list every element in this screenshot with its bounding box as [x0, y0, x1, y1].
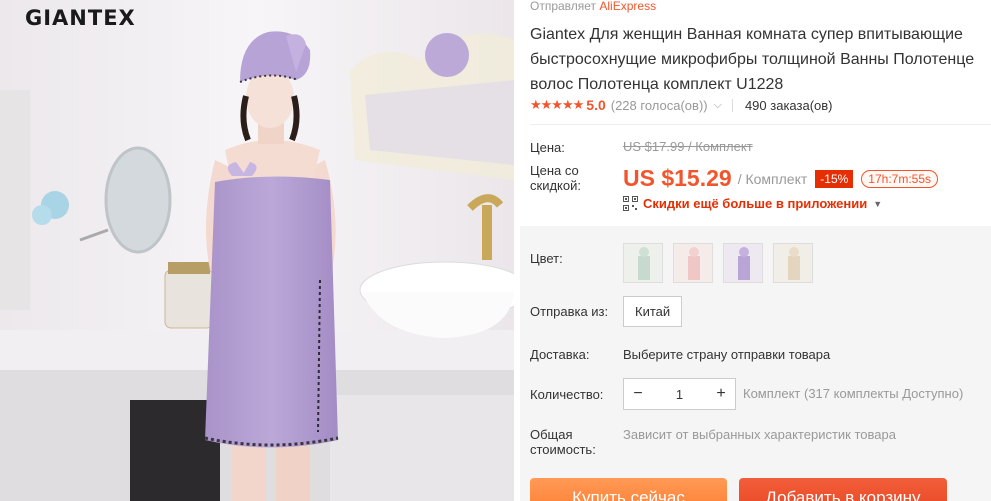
quantity-label: Количество: — [530, 387, 604, 402]
shipper-line: Отправляет AliExpress — [530, 0, 656, 13]
buy-now-button[interactable]: Купить сейчас — [530, 478, 727, 501]
product-title-line: быстросохнущие микрофибры толщиной Ванны… — [530, 51, 975, 68]
discount-price-label-line: Цена со — [530, 163, 579, 178]
product-photo-illustration — [0, 0, 514, 501]
total-value: Зависит от выбранных характеристик товар… — [623, 427, 896, 442]
shipper-prefix: Отправляет — [530, 0, 597, 13]
divider — [530, 124, 991, 125]
swatch-image — [774, 244, 812, 282]
discount-badge: -15% — [815, 169, 854, 188]
total-label-line: стоимость: — [530, 442, 596, 457]
delivery-label: Доставка: — [530, 347, 590, 362]
orders-count: 490 заказа(ов) — [744, 97, 833, 113]
chevron-down-icon[interactable]: ⌵ — [714, 99, 722, 112]
countdown-timer: 17h:7m:55s — [861, 169, 939, 188]
add-to-cart-button[interactable]: Добавить в корзину — [739, 478, 947, 501]
swatch-image — [624, 244, 662, 282]
product-title-line: Giantex Для женщин Ванная комната супер … — [530, 26, 963, 43]
rating-value: 5.0 — [586, 97, 606, 113]
color-swatch[interactable] — [773, 243, 813, 283]
product-title: Giantex Для женщин Ванная комната супер … — [530, 22, 991, 97]
reviews-link[interactable]: (228 голоса(ов)) — [611, 98, 708, 113]
quantity-stepper: − 1 + — [623, 378, 736, 410]
stock-available: Комплект (317 комплекты Доступно) — [743, 386, 964, 401]
price-unit: / Комплект — [737, 170, 808, 187]
brand-logo: GIANTEX — [25, 6, 136, 30]
discount-price-label: Цена со скидкой: — [530, 163, 581, 193]
color-label: Цвет: — [530, 251, 563, 266]
discount-price-label-line: скидкой: — [530, 178, 581, 193]
app-deal-link[interactable]: Скидки ещё больше в приложении ▼ — [623, 196, 882, 211]
color-swatch[interactable] — [673, 243, 713, 283]
color-swatch[interactable] — [623, 243, 663, 283]
app-deal-text: Скидки ещё больше в приложении — [643, 196, 868, 211]
total-label-line: Общая — [530, 427, 573, 442]
product-title-line: волос Полотенца комплект U1228 — [530, 76, 784, 93]
product-info-panel: Отправляет AliExpress Giantex Для женщин… — [520, 0, 991, 501]
plus-icon[interactable]: + — [707, 385, 735, 403]
product-main-image[interactable]: GIANTEX — [0, 0, 514, 501]
color-swatch[interactable] — [723, 243, 763, 283]
qr-code-icon — [623, 196, 638, 211]
current-price-row: US $15.29 / Комплект -15% 17h:7m:55s — [623, 165, 939, 192]
ship-from-option[interactable]: Китай — [623, 296, 683, 327]
rating-row: ★★★★★ 5.0 (228 голоса(ов)) ⌵ 490 заказа(… — [530, 96, 833, 114]
store-link[interactable]: AliExpress — [599, 0, 656, 13]
quantity-input[interactable]: 1 — [652, 387, 707, 402]
rating-stars-icon: ★★★★★ — [530, 97, 584, 112]
delivery-value: Выберите страну отправки товара — [623, 347, 831, 362]
current-price: US $15.29 — [623, 165, 732, 191]
caret-down-icon: ▼ — [873, 198, 883, 209]
divider — [731, 98, 733, 112]
color-swatches — [623, 243, 823, 283]
minus-icon[interactable]: − — [624, 385, 652, 403]
old-price: US $17.99 / Комплект — [623, 139, 753, 154]
ship-from-label: Отправка из: — [530, 304, 609, 319]
swatch-image — [724, 244, 762, 282]
product-page: GIANTEX Отправляет AliExpress Giantex Дл… — [0, 0, 991, 501]
total-label: Общая стоимость: — [530, 427, 596, 457]
swatch-image — [674, 244, 712, 282]
price-label: Цена: — [530, 140, 565, 155]
